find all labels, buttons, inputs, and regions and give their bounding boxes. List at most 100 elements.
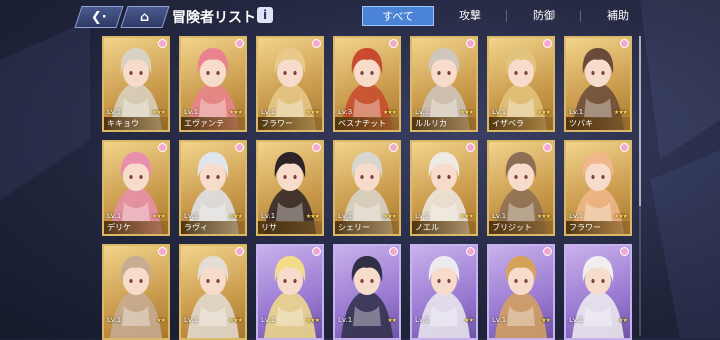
flower-badge-icon [389, 143, 398, 152]
character-card[interactable]: Lv.1 ★★★ [256, 244, 324, 340]
rarity-stars: ★★★ [613, 109, 628, 116]
flower-badge-icon [389, 247, 398, 256]
rarity-stars: ★★★ [305, 317, 320, 324]
flower-badge-icon [543, 39, 552, 48]
character-name: フラワー [261, 119, 293, 128]
character-name: ラヴィ [184, 223, 208, 232]
character-portrait [264, 256, 316, 338]
flower-badge-icon [620, 39, 629, 48]
character-card[interactable]: Lv.1 ★★★ ラヴィ [179, 140, 247, 236]
character-card[interactable]: Lv.1 ★★★ ノエル [410, 140, 478, 236]
character-card[interactable]: Lv.1 ★★ [564, 244, 632, 340]
flower-badge-icon [235, 247, 244, 256]
character-card[interactable]: Lv.1 ★★★ ツバキ [564, 36, 632, 132]
home-icon: ⌂ [140, 9, 150, 25]
level-label: Lv.1 [415, 316, 430, 324]
character-name: ルルリカ [415, 119, 447, 128]
level-label: Lv.1 [492, 212, 507, 220]
tab-support[interactable]: 補助 [582, 6, 654, 26]
character-name: シェリー [338, 223, 370, 232]
level-label: Lv.1 [569, 108, 584, 116]
rarity-stars: ★★★ [151, 109, 166, 116]
flower-badge-icon [158, 143, 167, 152]
level-label: Lv.1 [261, 316, 276, 324]
info-icon[interactable]: i [257, 7, 273, 23]
flower-badge-icon [158, 247, 167, 256]
flower-badge-icon [312, 143, 321, 152]
flower-badge-icon [466, 143, 475, 152]
character-name: リサ [261, 223, 277, 232]
rarity-stars: ★★★ [536, 109, 551, 116]
flower-badge-icon [312, 39, 321, 48]
rarity-stars: ★★ [618, 317, 628, 324]
character-card[interactable]: Lv.1 ★★★ リサ [256, 140, 324, 236]
character-name: ブリジット [492, 223, 532, 232]
flower-badge-icon [543, 247, 552, 256]
home-button[interactable]: ⌂ [120, 6, 170, 28]
flower-badge-icon [466, 39, 475, 48]
level-label: Lv.1 [107, 212, 122, 220]
character-name: イザベラ [492, 119, 524, 128]
tab-all[interactable]: すべて [362, 6, 434, 26]
character-card[interactable]: Lv.1 ★★★ エヴァンテ [179, 36, 247, 132]
level-label: Lv.1 [492, 108, 507, 116]
level-label: Lv.1 [415, 108, 430, 116]
level-label: Lv.1 [492, 316, 507, 324]
level-label: Lv.1 [184, 108, 199, 116]
level-label: Lv.1 [107, 108, 122, 116]
level-label: Lv.1 [261, 212, 276, 220]
level-label: Lv.1 [338, 316, 353, 324]
character-card[interactable]: Lv.1 ★★★ デリケ [102, 140, 170, 236]
level-label: Lv.1 [261, 108, 276, 116]
character-card[interactable]: Lv.1 ★★★ ブリジット [487, 140, 555, 236]
character-portrait [187, 256, 239, 338]
rarity-stars: ★★★ [151, 213, 166, 220]
character-name: エヴァンテ [184, 119, 224, 128]
character-name: ノエル [415, 223, 439, 232]
tab-divider [506, 10, 507, 22]
character-name: キキョウ [107, 119, 139, 128]
character-card[interactable]: Lv.1 ★★ [410, 244, 478, 340]
character-name: フラワー [569, 223, 601, 232]
character-card[interactable]: Lv.1 ★★★ フラワー [564, 140, 632, 236]
character-card[interactable]: Lv.1 ★★ [333, 244, 401, 340]
level-label: Lv.1 [107, 316, 122, 324]
level-label: Lv.1 [569, 212, 584, 220]
character-card[interactable]: Lv.1 ★★★ ルルリカ [410, 36, 478, 132]
rarity-stars: ★★★ [228, 213, 243, 220]
flower-badge-icon [312, 247, 321, 256]
character-card[interactable]: Lv.1 ★★★ イザベラ [487, 36, 555, 132]
character-card[interactable]: Lv.3 ★★★ ベスナチット [333, 36, 401, 132]
character-portrait [418, 256, 470, 338]
tab-attack[interactable]: 攻撃 [434, 6, 506, 26]
level-label: Lv.1 [338, 212, 353, 220]
character-card[interactable]: Lv.1 ★★★ シェリー [333, 140, 401, 236]
flower-badge-icon [235, 39, 244, 48]
filter-tabs: すべて 攻撃 防御 補助 [360, 6, 655, 26]
character-portrait [572, 256, 624, 338]
character-name: ベスナチット [338, 119, 387, 128]
rarity-stars: ★★★ [305, 109, 320, 116]
rarity-stars: ★★ [156, 317, 166, 324]
rarity-stars: ★★ [387, 317, 397, 324]
level-label: Lv.1 [184, 212, 199, 220]
character-card[interactable]: Lv.1 ★★★ フラワー [256, 36, 324, 132]
rarity-stars: ★★ [464, 317, 474, 324]
back-arrow-icon: ❮· [91, 9, 107, 25]
scrollbar-thumb[interactable] [639, 36, 641, 206]
character-card[interactable]: Lv.1 ★★★ キキョウ [102, 36, 170, 132]
level-label: Lv.1 [569, 316, 584, 324]
top-bar: ❮· ⌂ 冒険者リスト i すべて 攻撃 防御 補助 [0, 0, 720, 34]
character-card[interactable]: Lv.1 ★★ [487, 244, 555, 340]
tab-defense[interactable]: 防御 [508, 6, 580, 26]
flower-badge-icon [466, 247, 475, 256]
rarity-stars: ★★★ [305, 213, 320, 220]
character-card[interactable]: Lv.1 ★★ [102, 244, 170, 340]
back-button[interactable]: ❮· [74, 6, 124, 28]
flower-badge-icon [389, 39, 398, 48]
character-portrait [341, 256, 393, 338]
character-name: ツバキ [569, 119, 593, 128]
flower-badge-icon [235, 143, 244, 152]
character-card[interactable]: Lv.1 ★★★ [179, 244, 247, 340]
rarity-stars: ★★★ [613, 213, 628, 220]
